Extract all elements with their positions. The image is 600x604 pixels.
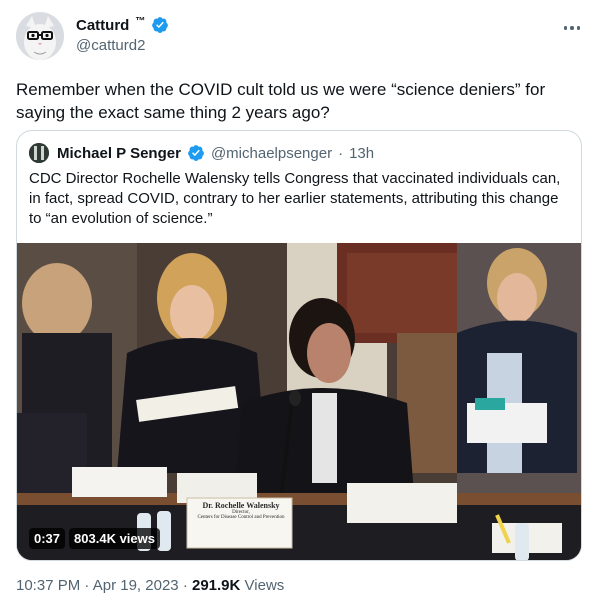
meta-dot: · (182, 577, 188, 594)
views-count[interactable]: 291.9K (192, 577, 240, 594)
quoted-display-name[interactable]: Michael P Senger (57, 145, 181, 162)
quoted-tweet-header: Michael P Senger @michaelpsenger · 13h (29, 143, 374, 163)
video-views-badge: 803.4K views (69, 528, 160, 549)
video-frame-image (17, 243, 581, 560)
author-display-name[interactable]: Catturd (76, 17, 129, 34)
nameplate-agency: Centers for Disease Control and Preventi… (197, 515, 285, 520)
quoted-tweet[interactable]: Michael P Senger @michaelpsenger · 13h C… (16, 130, 582, 561)
author-name-row[interactable]: Catturd ™ (76, 16, 169, 34)
more-dot-icon (576, 26, 581, 30)
author-avatar[interactable] (16, 12, 64, 60)
nameplate: Dr. Rochelle Walensky Director, Centers … (193, 501, 289, 520)
verified-badge-icon (152, 17, 169, 33)
trademark-symbol: ™ (135, 15, 146, 27)
quoted-tweet-text: CDC Director Rochelle Walensky tells Con… (29, 170, 561, 227)
meta-dot: · (84, 577, 90, 594)
more-dot-icon (570, 26, 574, 30)
quoted-author-avatar[interactable] (29, 143, 49, 163)
quoted-avatar-icon (29, 143, 49, 163)
quoted-separator: · (338, 144, 344, 162)
tweet-time[interactable]: 10:37 PM (16, 577, 80, 594)
quoted-handle[interactable]: @michaelpsenger (211, 145, 332, 162)
cat-avatar-icon (16, 12, 64, 60)
video-badges: 0:37 803.4K views (29, 528, 160, 549)
views-label: Views (244, 577, 285, 594)
more-options-button[interactable] (560, 18, 584, 38)
quoted-age[interactable]: 13h (349, 145, 374, 162)
tweet-card: Catturd ™ @catturd2 Remember when the CO… (0, 0, 600, 604)
more-dot-icon (563, 26, 568, 30)
author-handle[interactable]: @catturd2 (76, 37, 145, 54)
tweet-meta: 10:37 PM · Apr 19, 2023 · 291.9K Views (16, 577, 284, 594)
tweet-date[interactable]: Apr 19, 2023 (93, 577, 179, 594)
video-duration-badge: 0:37 (29, 528, 66, 549)
verified-badge-icon (188, 145, 204, 161)
video-player[interactable]: Dr. Rochelle Walensky Director, Centers … (17, 243, 581, 560)
nameplate-name: Dr. Rochelle Walensky (202, 501, 280, 510)
tweet-text: Remember when the COVID cult told us we … (16, 80, 546, 122)
